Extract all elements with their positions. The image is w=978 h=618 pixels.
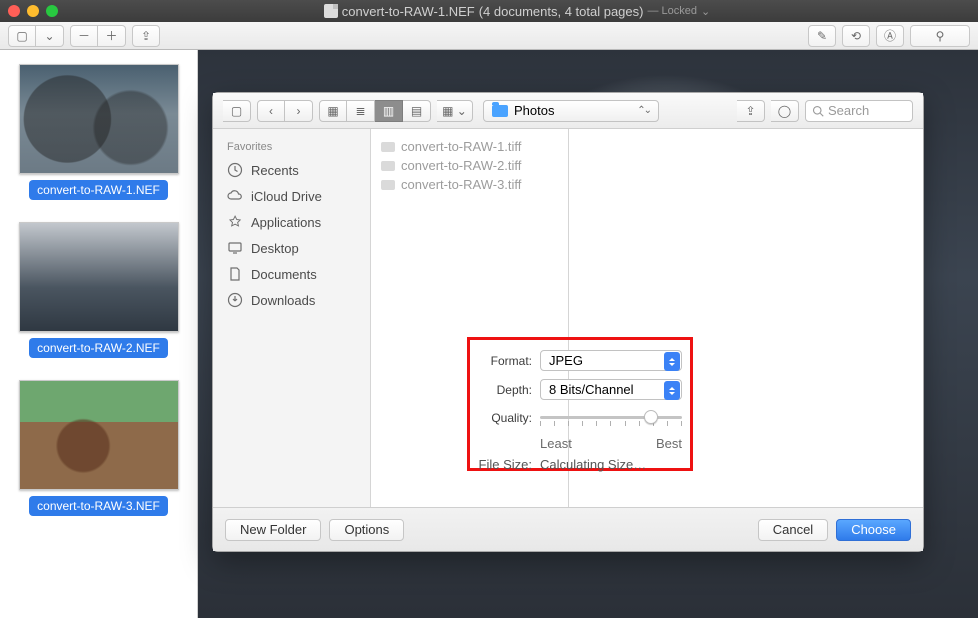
location-popup[interactable]: Photos ⌃⌄ — [483, 100, 659, 122]
stepper-arrows-icon — [664, 352, 680, 371]
folder-icon — [492, 105, 508, 117]
app-toolbar: ▢ ⌄ － ＋ ⇪ ✎ ⟲ Ⓐ ⚲ — [0, 22, 978, 50]
page-thumbnails-sidebar: convert-to-RAW-1.NEF convert-to-RAW-2.NE… — [0, 50, 198, 618]
search-field[interactable]: Search — [805, 100, 913, 122]
desktop-icon — [227, 240, 243, 256]
favorite-desktop[interactable]: Desktop — [213, 235, 370, 261]
annotate-button[interactable]: Ⓐ — [876, 25, 904, 47]
image-file-icon — [381, 180, 395, 190]
forward-button[interactable]: › — [285, 100, 313, 122]
new-folder-button[interactable]: New Folder — [225, 519, 321, 541]
filesize-label: File Size: — [478, 457, 532, 472]
zoom-in-button[interactable]: ＋ — [98, 25, 126, 47]
clock-icon — [227, 162, 243, 178]
window-filename: convert-to-RAW-1.NEF — [342, 4, 475, 19]
view-list-button[interactable]: ≣ — [347, 100, 375, 122]
chevrons-icon: ⌃⌄ — [637, 105, 650, 116]
favorites-header: Favorites — [213, 137, 370, 157]
share-button[interactable]: ⇪ — [132, 25, 160, 47]
file-row-2[interactable]: convert-to-RAW-2.tiff — [381, 156, 558, 175]
search-icon — [812, 105, 824, 117]
format-select[interactable]: JPEG — [540, 350, 682, 371]
share-sheet-button[interactable]: ⇪ — [737, 100, 765, 122]
thumbnail-3[interactable] — [19, 380, 179, 490]
file-row-3[interactable]: convert-to-RAW-3.tiff — [381, 175, 558, 194]
cloud-icon — [227, 188, 243, 204]
choose-button[interactable]: Choose — [836, 519, 911, 541]
window-locked-label: — Locked — [647, 5, 697, 17]
window-titlebar: convert-to-RAW-1.NEF (4 documents, 4 tot… — [0, 0, 978, 22]
depth-label: Depth: — [478, 383, 532, 397]
toolbar-search-button[interactable]: ⚲ — [910, 25, 970, 47]
favorite-icloud[interactable]: iCloud Drive — [213, 183, 370, 209]
quality-least-label: Least — [540, 436, 572, 451]
sidebar-toggle-icon[interactable]: ▢ — [223, 100, 251, 122]
file-chooser-sheet: ▢ ‹ › ▦ ≣ ▥ ▤ ▦ ⌄ Photos ⌃⌄ ⇪ ◯ — [212, 92, 924, 552]
thumbnail-1-label: convert-to-RAW-1.NEF — [29, 180, 168, 200]
thumbnail-3-label: convert-to-RAW-3.NEF — [29, 496, 168, 516]
image-file-icon — [381, 161, 395, 171]
favorite-applications[interactable]: Applications — [213, 209, 370, 235]
favorite-downloads[interactable]: Downloads — [213, 287, 370, 313]
view-gallery-button[interactable]: ▤ — [403, 100, 431, 122]
slider-knob[interactable] — [644, 410, 658, 424]
options-button[interactable]: Options — [329, 519, 404, 541]
location-label: Photos — [514, 103, 554, 118]
back-button[interactable]: ‹ — [257, 100, 285, 122]
quality-best-label: Best — [656, 436, 682, 451]
chevron-down-icon[interactable]: ⌄ — [701, 5, 710, 18]
apps-icon — [227, 214, 243, 230]
quality-label: Quality: — [478, 411, 532, 425]
documents-icon — [227, 266, 243, 282]
file-row-1[interactable]: convert-to-RAW-1.tiff — [381, 137, 558, 156]
quality-slider[interactable] — [540, 408, 682, 428]
filesize-value: Calculating Size… — [540, 457, 646, 472]
sidebar-menu-button[interactable]: ⌄ — [36, 25, 64, 47]
slider-track — [540, 416, 682, 419]
stepper-arrows-icon — [664, 381, 680, 400]
document-icon — [324, 4, 338, 18]
tags-button[interactable]: ◯ — [771, 100, 799, 122]
rotate-button[interactable]: ⟲ — [842, 25, 870, 47]
window-docinfo: (4 documents, 4 total pages) — [479, 4, 644, 19]
depth-select[interactable]: 8 Bits/Channel — [540, 379, 682, 400]
slider-ticks — [540, 421, 682, 426]
export-settings-panel: Format: JPEG Depth: 8 Bits/Channel Quali… — [467, 337, 693, 471]
minimize-window-button[interactable] — [27, 5, 39, 17]
traffic-lights — [8, 5, 58, 17]
zoom-out-button[interactable]: － — [70, 25, 98, 47]
favorite-recents[interactable]: Recents — [213, 157, 370, 183]
format-label: Format: — [478, 354, 532, 368]
group-by-button[interactable]: ▦ ⌄ — [437, 100, 473, 122]
thumbnail-2[interactable] — [19, 222, 179, 332]
favorite-documents[interactable]: Documents — [213, 261, 370, 287]
search-placeholder: Search — [828, 103, 869, 118]
cancel-button[interactable]: Cancel — [758, 519, 828, 541]
close-window-button[interactable] — [8, 5, 20, 17]
sidebar-toggle-button[interactable]: ▢ — [8, 25, 36, 47]
favorites-sidebar: Favorites Recents iCloud Drive Applicati… — [213, 129, 371, 507]
markup-pencil-button[interactable]: ✎ — [808, 25, 836, 47]
thumbnail-1[interactable] — [19, 64, 179, 174]
view-icons-button[interactable]: ▦ — [319, 100, 347, 122]
image-file-icon — [381, 142, 395, 152]
view-columns-button[interactable]: ▥ — [375, 100, 403, 122]
thumbnail-2-label: convert-to-RAW-2.NEF — [29, 338, 168, 358]
downloads-icon — [227, 292, 243, 308]
zoom-window-button[interactable] — [46, 5, 58, 17]
